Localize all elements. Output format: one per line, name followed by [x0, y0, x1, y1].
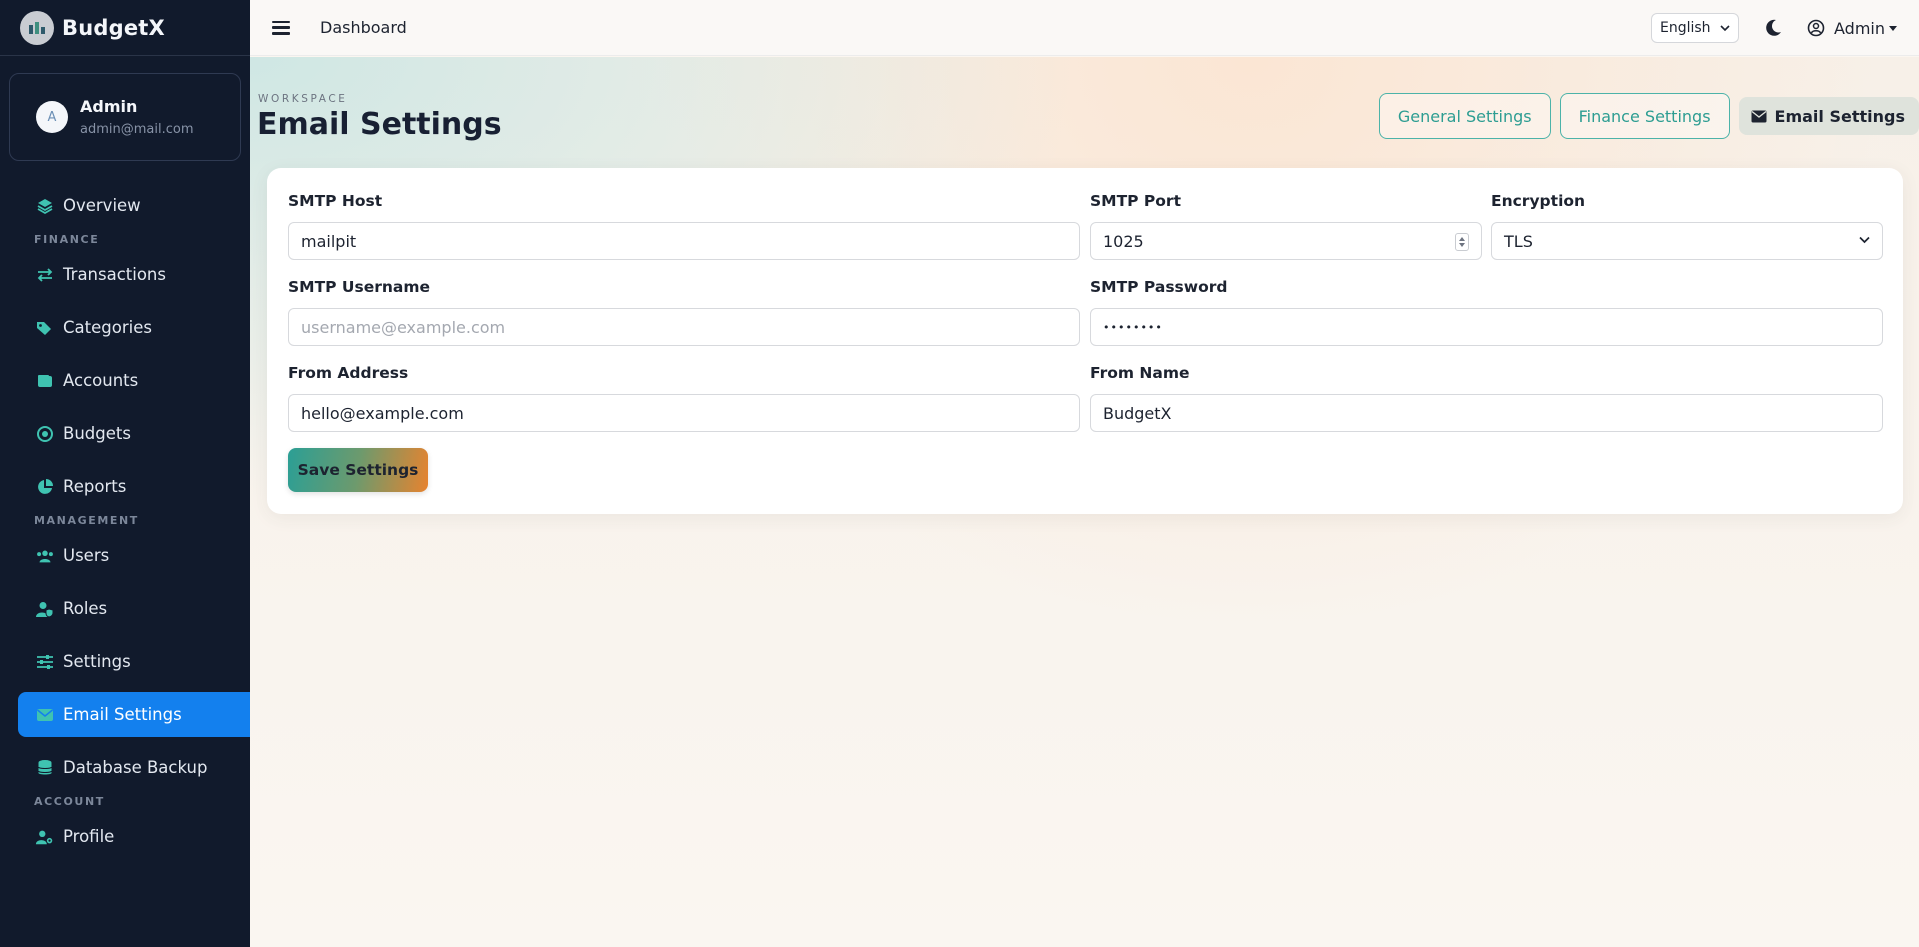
user-menu[interactable]: Admin — [1807, 19, 1897, 38]
main-content: WORKSPACE Email Settings General Setting… — [250, 57, 1919, 947]
caret-down-icon — [1889, 25, 1897, 31]
chevron-down-icon — [1720, 24, 1730, 31]
language-select[interactable]: English — [1651, 13, 1739, 43]
brand[interactable]: BudgetX — [0, 0, 250, 56]
user-gear-icon — [35, 827, 55, 847]
brand-name: BudgetX — [62, 15, 165, 40]
sidebar-item-users[interactable]: Users — [18, 533, 250, 578]
smtp-username-placeholder: username@example.com — [301, 317, 506, 337]
smtp-username-label: SMTP Username — [288, 278, 431, 296]
from-name-value: BudgetX — [1103, 403, 1172, 423]
smtp-host-input[interactable]: mailpit — [288, 222, 1080, 260]
number-stepper-icon[interactable] — [1455, 233, 1469, 251]
layers-icon — [35, 196, 55, 216]
from-address-value: hello@example.com — [301, 403, 464, 423]
sidebar-item-profile[interactable]: Profile — [18, 814, 250, 859]
sidebar-item-label: Database Backup — [63, 758, 208, 777]
envelope-icon — [35, 705, 55, 725]
sidebar-item-label: Transactions — [63, 265, 166, 284]
user-name: Admin — [80, 97, 138, 116]
user-shield-icon — [35, 599, 55, 619]
from-address-label: From Address — [288, 364, 409, 382]
save-settings-button[interactable]: Save Settings — [288, 448, 428, 492]
logo-icon — [29, 21, 45, 34]
sidebar-item-budgets[interactable]: Budgets — [18, 411, 250, 456]
sidebar-item-database-backup[interactable]: Database Backup — [18, 745, 250, 790]
sidebar-item-overview[interactable]: Overview — [18, 183, 250, 228]
users-icon — [35, 546, 55, 566]
sidebar-nav: Overview FINANCE Transactions Categories… — [0, 183, 250, 859]
user-email: admin@mail.com — [80, 122, 194, 137]
sidebar-item-label: Categories — [63, 318, 152, 337]
smtp-host-value: mailpit — [301, 231, 357, 251]
menu-toggle-icon[interactable] — [272, 20, 290, 35]
sidebar-item-label: Settings — [63, 652, 131, 671]
sidebar-item-label: Roles — [63, 599, 108, 618]
from-address-input[interactable]: hello@example.com — [288, 394, 1080, 432]
moon-icon[interactable] — [1763, 18, 1783, 38]
brand-logo — [20, 10, 54, 45]
sidebar-item-accounts[interactable]: Accounts — [18, 358, 250, 403]
email-settings-form: SMTP Host mailpit SMTP Port 1025 Encrypt… — [267, 168, 1903, 514]
avatar: A — [36, 101, 68, 133]
smtp-port-input[interactable]: 1025 — [1090, 222, 1482, 260]
smtp-password-label: SMTP Password — [1090, 278, 1228, 296]
tab-general-settings[interactable]: General Settings — [1378, 93, 1551, 139]
encryption-value: TLS — [1504, 231, 1533, 251]
sidebar-item-label: Accounts — [63, 371, 139, 390]
user-circle-icon — [1807, 19, 1825, 37]
sidebar-item-reports[interactable]: Reports — [18, 464, 250, 509]
arrows-exchange-icon — [35, 265, 55, 285]
sliders-icon — [35, 652, 55, 672]
page-title: Email Settings — [257, 107, 502, 142]
user-menu-label: Admin — [1834, 18, 1885, 38]
from-name-label: From Name — [1090, 364, 1190, 382]
tab-label: Email Settings — [1774, 106, 1905, 126]
database-icon — [35, 758, 55, 778]
pie-chart-icon — [35, 477, 55, 497]
page-eyebrow: WORKSPACE — [258, 93, 348, 105]
target-icon — [35, 424, 55, 444]
sidebar-item-label: Reports — [63, 477, 127, 496]
sidebar-item-label: Profile — [63, 827, 115, 846]
sidebar-item-label: Budgets — [63, 424, 131, 443]
smtp-password-value: •••••••• — [1103, 320, 1163, 334]
encryption-select[interactable]: TLS — [1491, 222, 1883, 260]
from-name-input[interactable]: BudgetX — [1090, 394, 1883, 432]
nav-section-account: ACCOUNT — [34, 795, 105, 808]
wallet-icon — [35, 371, 55, 391]
encryption-label: Encryption — [1491, 192, 1586, 210]
sidebar-item-email-settings[interactable]: Email Settings — [18, 692, 250, 737]
sidebar-item-settings[interactable]: Settings — [18, 639, 250, 684]
sidebar-item-label: Users — [63, 546, 110, 565]
smtp-port-value: 1025 — [1103, 231, 1144, 251]
language-value: English — [1660, 20, 1711, 36]
tab-email-settings[interactable]: Email Settings — [1738, 97, 1919, 135]
chevron-down-icon — [1859, 236, 1870, 244]
sidebar-item-label: Email Settings — [63, 705, 182, 724]
sidebar-item-label: Overview — [63, 196, 141, 215]
sidebar-item-roles[interactable]: Roles — [18, 586, 250, 631]
envelope-icon — [1751, 110, 1767, 123]
smtp-password-input[interactable]: •••••••• — [1090, 308, 1883, 346]
breadcrumb[interactable]: Dashboard — [320, 18, 407, 37]
smtp-host-label: SMTP Host — [288, 192, 383, 210]
user-card[interactable]: A Admin admin@mail.com — [9, 73, 241, 161]
smtp-port-label: SMTP Port — [1090, 192, 1181, 210]
sidebar: BudgetX A Admin admin@mail.com Overview … — [0, 0, 250, 947]
tab-finance-settings[interactable]: Finance Settings — [1559, 93, 1730, 139]
sidebar-item-transactions[interactable]: Transactions — [18, 252, 250, 297]
topbar: Dashboard English Admin — [250, 0, 1919, 56]
sidebar-item-categories[interactable]: Categories — [18, 305, 250, 350]
nav-section-finance: FINANCE — [34, 233, 100, 246]
smtp-username-input[interactable]: username@example.com — [288, 308, 1080, 346]
settings-tabs: General Settings Finance Settings Email … — [1378, 93, 1919, 139]
tags-icon — [35, 318, 55, 338]
nav-section-management: MANAGEMENT — [34, 514, 139, 527]
